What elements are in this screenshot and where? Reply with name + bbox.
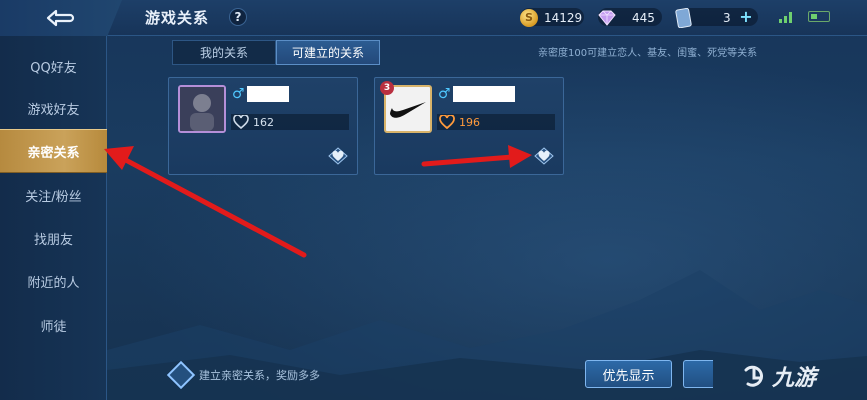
heart-icon bbox=[439, 115, 455, 129]
heart-plus-icon[interactable] bbox=[533, 146, 555, 166]
top-bar: 游戏关系 ? S 14129 445 3 + bbox=[0, 0, 867, 36]
battery-icon bbox=[808, 11, 830, 22]
jiuyou-logo-icon bbox=[744, 365, 764, 387]
friend-card[interactable]: ♂ 162 bbox=[168, 77, 358, 175]
gem-amount: 445 bbox=[632, 11, 655, 25]
priority-display-button[interactable]: 优先显示 bbox=[585, 360, 672, 388]
sidebar-item-qq-friends[interactable]: QQ好友 bbox=[0, 44, 107, 88]
card-amount: 3 bbox=[723, 11, 731, 25]
level-badge: 3 bbox=[380, 81, 394, 95]
intimacy-value: 196 bbox=[459, 115, 480, 129]
heart-plus-icon[interactable] bbox=[327, 146, 349, 166]
friend-name-redacted bbox=[247, 86, 289, 102]
sidebar-item-nearby[interactable]: 附近的人 bbox=[0, 259, 107, 303]
back-arrow-icon bbox=[46, 9, 75, 27]
avatar-image-icon bbox=[180, 87, 224, 131]
male-gender-icon: ♂ bbox=[438, 86, 451, 102]
intimacy-hint: 亲密度100可建立恋人、基友、闺蜜、死党等关系 bbox=[538, 48, 758, 59]
sidebar-item-find-friends[interactable]: 找朋友 bbox=[0, 216, 107, 260]
sidebar-item-mentorship[interactable]: 师徒 bbox=[0, 303, 107, 347]
male-gender-icon: ♂ bbox=[232, 86, 245, 102]
watermark: 九游 bbox=[740, 360, 816, 392]
diamond-gem-icon bbox=[598, 10, 616, 26]
heart-icon bbox=[233, 115, 249, 129]
sidebar-item-intimate-relations[interactable]: 亲密关系 bbox=[0, 129, 107, 173]
help-button[interactable]: ? bbox=[229, 8, 247, 26]
add-card-button[interactable]: + bbox=[738, 9, 754, 25]
nike-logo-icon bbox=[390, 102, 426, 118]
reward-tip-text: 建立亲密关系，奖励多多 bbox=[199, 369, 320, 382]
signal-icon bbox=[779, 12, 792, 23]
back-button[interactable] bbox=[0, 0, 122, 36]
tab-my-relations[interactable]: 我的关系 bbox=[172, 40, 276, 65]
page-title: 游戏关系 bbox=[145, 9, 210, 27]
friend-avatar[interactable] bbox=[178, 85, 226, 133]
voucher-card-icon bbox=[675, 8, 692, 28]
intimacy-bar: 162 bbox=[231, 114, 349, 130]
coin-amount: 14129 bbox=[544, 11, 583, 25]
sidebar-item-game-friends[interactable]: 游戏好友 bbox=[0, 86, 107, 130]
mountain-backdrop bbox=[107, 270, 867, 400]
sidebar-item-follow-fans[interactable]: 关注/粉丝 bbox=[0, 173, 107, 217]
card-counter[interactable]: 3 bbox=[675, 8, 731, 28]
reward-tip[interactable]: 建立亲密关系，奖励多多 bbox=[166, 360, 320, 390]
tab-available-relations[interactable]: 可建立的关系 bbox=[276, 40, 380, 65]
gem-counter[interactable]: 445 bbox=[596, 8, 655, 28]
intimacy-value: 162 bbox=[253, 115, 274, 129]
watermark-text: 九游 bbox=[772, 366, 817, 391]
friend-card[interactable]: 3 ♂ 196 bbox=[374, 77, 564, 175]
sidebar: QQ好友 游戏好友 亲密关系 关注/粉丝 找朋友 附近的人 师徒 bbox=[0, 36, 107, 400]
reward-diamond-icon bbox=[166, 360, 196, 390]
coin-counter[interactable]: S 14129 bbox=[520, 8, 582, 28]
relation-tabs: 我的关系 可建立的关系 bbox=[172, 40, 380, 65]
intimacy-bar: 196 bbox=[437, 114, 555, 130]
gold-coin-icon: S bbox=[520, 9, 538, 27]
friend-name-redacted bbox=[453, 86, 515, 102]
secondary-button[interactable] bbox=[683, 360, 713, 388]
